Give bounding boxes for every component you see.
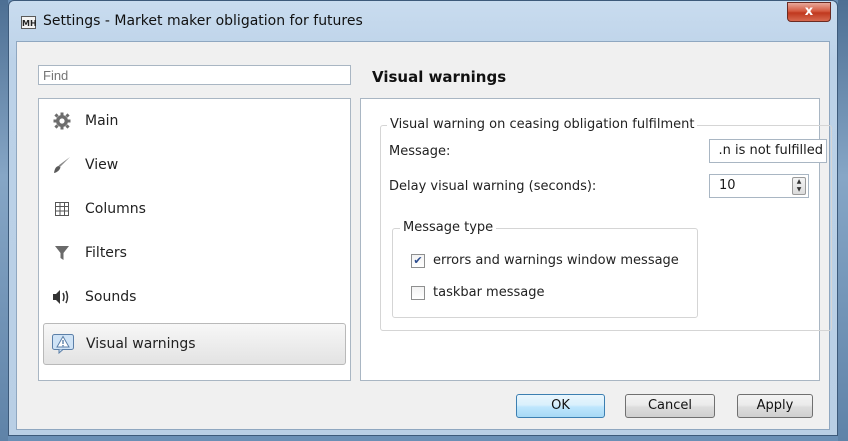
message-field-value: n is not fulfilled.: [718, 143, 823, 158]
window-title: Settings - Market maker obligation for f…: [43, 13, 363, 29]
app-icon: MH: [21, 16, 37, 29]
brush-icon: [51, 154, 73, 176]
page-title: Visual warnings: [372, 68, 507, 86]
sidebar-item-view[interactable]: View: [39, 145, 350, 185]
checkbox-checked-icon[interactable]: ✔: [411, 253, 425, 268]
sidebar-item-label: Visual warnings: [86, 336, 196, 352]
sidebar-item-main[interactable]: Main: [39, 101, 350, 141]
spin-arrows-icon[interactable]: ▲ ▼: [792, 177, 806, 195]
delay-spinbox[interactable]: 10 ▲ ▼: [709, 174, 809, 198]
message-type-group: Message type ✔ errors and warnings windo…: [392, 220, 698, 318]
message-type-label: Message type: [400, 220, 497, 235]
desktop-background-right: [838, 0, 848, 441]
close-button[interactable]: x: [787, 2, 831, 22]
delay-value: 10: [719, 178, 736, 193]
group-label: Visual warning on ceasing obligation ful…: [387, 117, 698, 132]
sidebar-item-label: Main: [85, 113, 119, 129]
warning-icon: [52, 333, 74, 355]
find-input[interactable]: [38, 65, 351, 85]
sidebar-item-filters[interactable]: Filters: [39, 233, 350, 273]
sidebar-item-label: Sounds: [85, 289, 137, 305]
sidebar-item-label: Columns: [85, 201, 146, 217]
title-bar[interactable]: MH Settings - Market maker obligation fo…: [9, 1, 837, 41]
message-label: Message:: [389, 144, 451, 159]
taskbar-option[interactable]: taskbar message: [411, 285, 544, 300]
delay-label: Delay visual warning (seconds):: [389, 179, 597, 194]
funnel-icon: [51, 242, 73, 264]
settings-nav-list: Main View Columns Filters Sounds Visual …: [38, 98, 351, 381]
checkbox-label: taskbar message: [433, 285, 545, 300]
grid-icon: [51, 198, 73, 220]
cancel-button[interactable]: Cancel: [625, 394, 715, 418]
checkbox-label: errors and warnings window message: [433, 253, 679, 268]
sidebar-item-label: Filters: [85, 245, 127, 261]
sidebar-item-sounds[interactable]: Sounds: [39, 277, 350, 317]
speaker-icon: [51, 286, 73, 308]
ok-button[interactable]: OK: [516, 394, 605, 418]
message-field[interactable]: n is not fulfilled.: [709, 139, 827, 163]
visual-warning-group: Visual warning on ceasing obligation ful…: [380, 117, 832, 331]
gear-icon: [51, 110, 73, 132]
sidebar-item-label: View: [85, 157, 119, 173]
checkbox-unchecked-icon[interactable]: [411, 285, 425, 300]
dialog-client-area: Main View Columns Filters: [16, 41, 832, 430]
sidebar-item-visual-warnings[interactable]: Visual warnings: [43, 323, 346, 365]
errors-window-option[interactable]: ✔ errors and warnings window message: [411, 253, 679, 268]
desktop-background-left: [0, 0, 8, 441]
apply-button[interactable]: Apply: [737, 394, 813, 418]
sidebar-item-columns[interactable]: Columns: [39, 189, 350, 229]
settings-window: MH Settings - Market maker obligation fo…: [8, 0, 838, 436]
settings-panel: Visual warning on ceasing obligation ful…: [360, 98, 832, 381]
